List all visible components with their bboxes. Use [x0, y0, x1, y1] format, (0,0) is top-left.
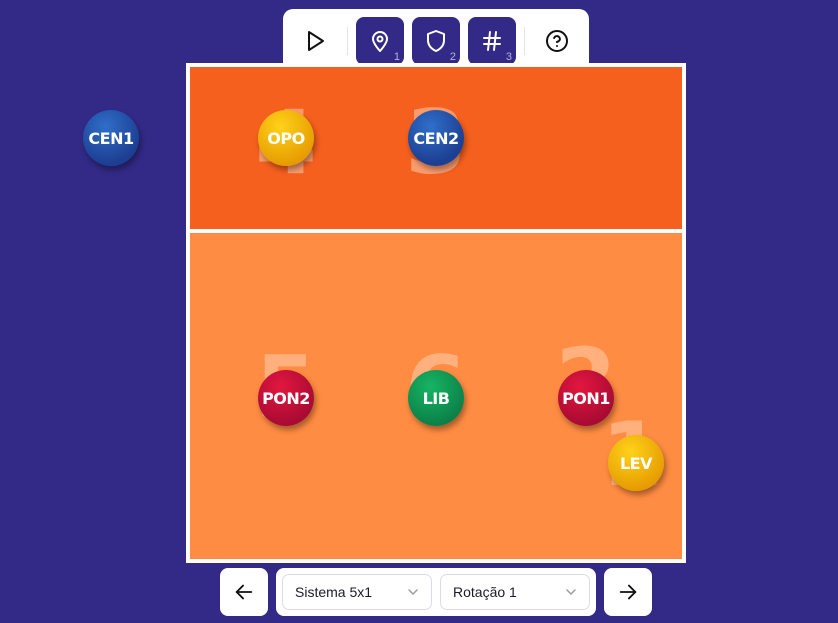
help-circle-icon — [546, 30, 568, 52]
map-pin-icon — [372, 31, 388, 52]
arrow-right-icon — [619, 584, 637, 600]
system-select[interactable]: Sistema 5x1 — [282, 574, 432, 610]
positions-shortcut: 1 — [393, 51, 400, 63]
rotation-select-value: Rotação 1 — [453, 584, 517, 600]
system-select-value: Sistema 5x1 — [295, 584, 373, 600]
player-token-lib[interactable]: LIB — [408, 370, 464, 426]
player-token-cen1[interactable]: CEN1 — [83, 110, 139, 166]
previous-rotation-button[interactable] — [220, 568, 268, 616]
player-token-opo[interactable]: OPO — [258, 110, 314, 166]
arrow-left-icon — [235, 584, 253, 600]
toolbar-divider — [347, 27, 348, 55]
next-rotation-button[interactable] — [604, 568, 652, 616]
numbers-shortcut: 3 — [505, 51, 512, 63]
hash-icon — [483, 31, 501, 51]
selectors-panel: Sistema 5x1 Rotação 1 — [276, 568, 596, 616]
player-token-pon1[interactable]: PON1 — [558, 370, 614, 426]
chevron-down-icon — [408, 589, 418, 596]
shield-icon — [427, 30, 445, 52]
attack-line — [190, 229, 682, 233]
player-token-pon2[interactable]: PON2 — [258, 370, 314, 426]
play-button[interactable] — [291, 17, 339, 65]
toolbar-divider — [524, 27, 525, 55]
chevron-down-icon — [566, 589, 576, 596]
defense-shortcut: 2 — [449, 51, 456, 63]
player-token-lev[interactable]: LEV — [608, 435, 664, 491]
play-icon — [308, 31, 324, 51]
positions-button[interactable]: 1 — [356, 17, 404, 65]
numbers-button[interactable]: 3 — [468, 17, 516, 65]
rotation-select[interactable]: Rotação 1 — [440, 574, 590, 610]
help-button[interactable] — [533, 17, 581, 65]
player-token-cen2[interactable]: CEN2 — [408, 110, 464, 166]
defense-button[interactable]: 2 — [412, 17, 460, 65]
